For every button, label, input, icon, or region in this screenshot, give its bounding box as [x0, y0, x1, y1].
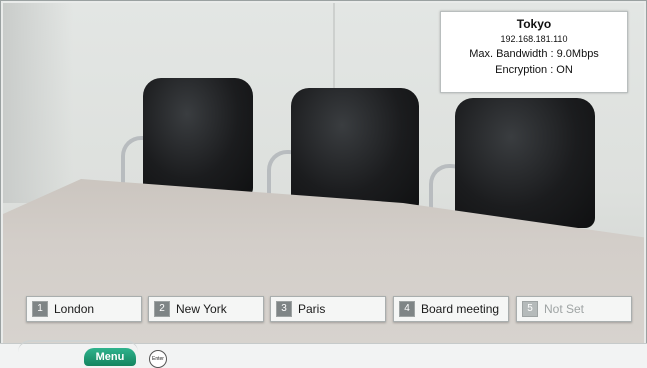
ip-address: 192.168.181.110 — [500, 34, 568, 44]
speed-dial-number: 2 — [154, 301, 170, 317]
speed-dial-5[interactable]: 5 Not Set — [516, 296, 632, 322]
site-name: Tokyo — [516, 17, 552, 31]
wall-shadow — [3, 3, 73, 203]
speed-dial-2[interactable]: 2 New York — [148, 296, 264, 322]
speed-dial-number: 5 — [522, 301, 538, 317]
speed-dial-label: Board meeting — [421, 302, 500, 316]
speed-dial-label: Paris — [298, 302, 326, 316]
bandwidth-readout: Max. Bandwidth : 9.0Mbps — [469, 48, 599, 60]
status-panel: Tokyo 192.168.181.110 Max. Bandwidth : 9… — [440, 11, 628, 93]
speed-dial-label: London — [54, 302, 95, 316]
menu-button[interactable]: Menu — [84, 348, 136, 366]
speed-dial-4[interactable]: 4 Board meeting — [393, 296, 509, 322]
speed-dial-3[interactable]: 3 Paris — [270, 296, 386, 322]
encryption-status: Encryption : ON — [495, 64, 573, 76]
speed-dial-number: 4 — [399, 301, 415, 317]
chair-center — [267, 88, 419, 218]
speed-dial-1[interactable]: 1 London — [26, 296, 142, 322]
speed-dial-number: 1 — [32, 301, 48, 317]
enter-button-icon[interactable]: Enter — [149, 350, 167, 368]
bottom-bar: Menu Enter — [0, 340, 647, 368]
chair-left — [121, 78, 253, 204]
speed-dial-label: New York — [176, 302, 227, 316]
speed-dial-label: Not Set — [544, 302, 585, 316]
chair-right — [429, 98, 595, 232]
speed-dial-number: 3 — [276, 301, 292, 317]
